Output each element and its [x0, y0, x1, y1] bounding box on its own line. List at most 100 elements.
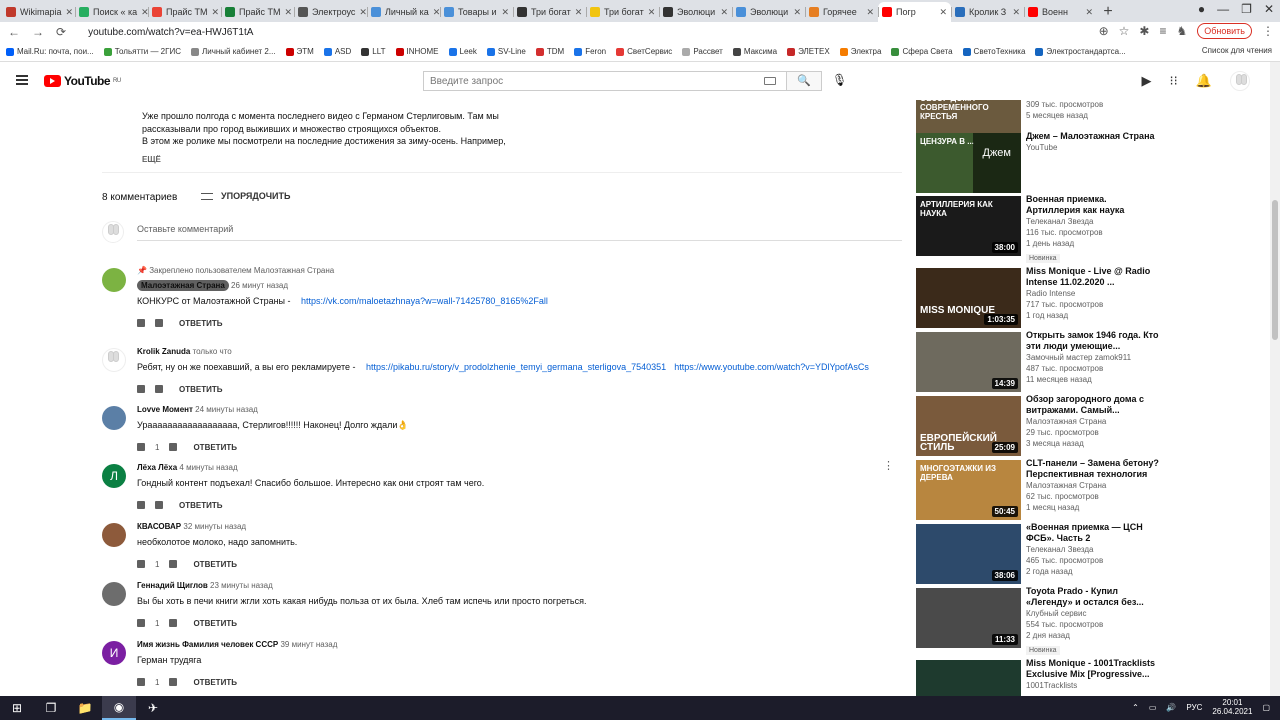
comment-time[interactable]: только что [193, 347, 232, 356]
comment-link[interactable]: https://www.youtube.com/watch?v=YDlYpofA… [674, 362, 869, 372]
browser-tab[interactable]: Электроус ✕ [294, 2, 367, 22]
new-tab-button[interactable]: + [1097, 2, 1119, 22]
video-title[interactable]: Обзор загородного дома с витражами. Самы… [1026, 394, 1161, 416]
dislike-icon[interactable] [155, 385, 163, 393]
restore-button[interactable]: ❐ [1241, 2, 1252, 16]
like-icon[interactable] [137, 560, 145, 568]
bookmark-link[interactable]: INHOME [395, 47, 439, 56]
tab-close-icon[interactable]: ✕ [285, 7, 293, 18]
comment-time[interactable]: 26 минут назад [231, 281, 288, 290]
search-button[interactable]: 🔍 [786, 71, 822, 91]
chrome-icon[interactable]: ◉ [102, 696, 136, 720]
related-video[interactable]: MISS MONIQUE 1:03:35 Miss Monique - Live @… [916, 266, 1270, 328]
browser-tab[interactable]: Товары и ✕ [440, 2, 513, 22]
comment-avatar[interactable] [102, 268, 126, 292]
bookmark-link[interactable]: СветСервис [616, 47, 672, 56]
related-video[interactable]: 11:33 Toyota Prado - Купил «Легенду» и ос… [916, 586, 1270, 655]
forward-button[interactable]: → [32, 25, 44, 39]
like-icon[interactable] [137, 385, 145, 393]
related-video[interactable]: АРТИЛЛЕРИЯ КАК НАУКА 38:00 Военная приемка… [916, 194, 1270, 263]
browser-tab[interactable]: Три богат ✕ [513, 2, 586, 22]
tab-close-icon[interactable]: ✕ [720, 7, 728, 18]
page-scrollbar[interactable] [1270, 62, 1280, 696]
clock[interactable]: 20:01 26.04.2021 [1212, 698, 1252, 716]
menu-kebab-icon[interactable]: ⋮ [1262, 24, 1274, 38]
comment-avatar[interactable] [102, 406, 126, 430]
browser-tab[interactable]: Горячее ✕ [805, 2, 878, 22]
dislike-icon[interactable] [169, 678, 178, 686]
video-title[interactable]: «Военная приемка — ЦСН ФСБ». Часть 2 [1026, 522, 1161, 544]
tab-close-icon[interactable]: ✕ [866, 7, 874, 18]
bookmark-link[interactable]: Leek [448, 47, 477, 56]
bookmark-link[interactable]: СветоТехника [962, 47, 1025, 56]
related-video[interactable]: МНОГОЭТАЖКИ ИЗ ДЕРЕВА 50:45 CLT-панели – З… [916, 458, 1270, 520]
bell-icon[interactable]: 🔔 [1196, 73, 1212, 89]
keyboard-icon[interactable] [764, 77, 776, 85]
tab-close-icon[interactable]: ✕ [359, 7, 367, 18]
tab-close-icon[interactable]: ✕ [1012, 7, 1020, 18]
browser-tab[interactable]: Военн ✕ [1024, 2, 1097, 22]
reply-button[interactable]: ОТВЕТИТЬ [193, 560, 237, 569]
like-icon[interactable] [137, 443, 145, 451]
tab-close-icon[interactable]: ✕ [501, 7, 509, 18]
video-thumbnail[interactable]: МНОГОЭТАЖКИ ИЗ ДЕРЕВА 50:45 [916, 460, 1021, 520]
url-field[interactable]: youtube.com/watch?v=ea-HWJ6T1tA [88, 27, 253, 38]
account-avatar[interactable] [1230, 71, 1250, 91]
reload-button[interactable]: ⟳ [56, 25, 66, 39]
browser-tab[interactable]: Прайс ТМ ✕ [221, 2, 294, 22]
dislike-icon[interactable] [169, 443, 178, 451]
browser-tab[interactable]: Прайс ТМ ✕ [148, 2, 221, 22]
apps-grid-icon[interactable]: ⁝⁝ [1170, 73, 1178, 89]
video-title[interactable]: Военная приемка. Артиллерия как наука [1026, 194, 1161, 216]
tab-close-icon[interactable]: ✕ [212, 7, 220, 18]
add-comment-input[interactable]: Оставьте комментарий [137, 224, 902, 241]
start-icon[interactable]: ⊞ [0, 696, 34, 720]
sort-button[interactable]: УПОРЯДОЧИТЬ [201, 191, 291, 201]
bookmark-link[interactable]: Рассвет [682, 47, 723, 56]
star-icon[interactable]: ☆ [1119, 24, 1130, 38]
dislike-icon[interactable] [155, 319, 163, 327]
bookmark-link[interactable]: Mail.Ru: почта, пои... [6, 47, 94, 56]
minimize-button[interactable]: — [1217, 2, 1229, 16]
comment-time[interactable]: 23 минуты назад [210, 581, 273, 590]
bookmark-link[interactable]: TDM [535, 47, 564, 56]
browser-tab[interactable]: Wikimapia ✕ [2, 2, 75, 22]
comment-author[interactable]: Krolik Zanuda [137, 347, 190, 356]
notifications-icon[interactable]: ▢ [1262, 703, 1270, 712]
bookmark-link[interactable]: Личный кабинет 2... [191, 47, 276, 56]
bookmark-link[interactable]: Максима [732, 47, 777, 56]
video-thumbnail[interactable] [916, 660, 1021, 696]
mic-icon[interactable]: 🎙 [832, 73, 847, 87]
video-thumbnail[interactable]: MISS MONIQUE 1:03:35 [916, 268, 1021, 328]
comment-author[interactable]: Малоэтажная Страна [137, 280, 229, 291]
comment-link[interactable]: https://vk.com/maloetazhnaya?w=wall-7142… [301, 296, 548, 306]
show-more-button[interactable]: ЕЩЁ [142, 155, 161, 164]
tab-close-icon[interactable]: ✕ [66, 7, 74, 18]
telegram-icon[interactable]: ✈ [136, 696, 170, 720]
reply-button[interactable]: ОТВЕТИТЬ [179, 319, 223, 328]
channel-name[interactable]: YouTube [1026, 142, 1161, 153]
scrollbar-thumb[interactable] [1272, 200, 1278, 340]
comment-author[interactable]: Лёха Лёха [137, 463, 177, 472]
comment-menu-icon[interactable]: ⋮ [883, 461, 894, 472]
like-icon[interactable] [137, 501, 145, 509]
bookmark-link[interactable]: ASD [323, 47, 351, 56]
comment-avatar[interactable] [102, 582, 126, 606]
reading-list-link[interactable]: Список для чтения [1202, 46, 1272, 55]
comment-author[interactable]: Имя жизнь Фамилия человек СССР [137, 640, 278, 649]
channel-name[interactable]: 1001Tracklists [1026, 680, 1161, 691]
bookmark-link[interactable]: Электростандартса... [1035, 47, 1126, 56]
channel-name[interactable]: Телеканал Звезда [1026, 544, 1161, 555]
comment-avatar[interactable]: И [102, 641, 126, 665]
comment-author[interactable]: КВАСОВАР [137, 522, 181, 531]
tab-close-icon[interactable]: ✕ [433, 7, 440, 18]
video-title[interactable]: CLT-панели – Замена бетону? Перспективна… [1026, 458, 1161, 480]
close-window-button[interactable]: ✕ [1264, 2, 1274, 16]
video-thumbnail[interactable]: 38:06 [916, 524, 1021, 584]
back-button[interactable]: ← [8, 25, 20, 39]
language-indicator[interactable]: РУС [1186, 703, 1202, 712]
comment-time[interactable]: 4 минуты назад [179, 463, 237, 472]
related-video[interactable]: Miss Monique - 1001Tracklists Exclusive … [916, 658, 1270, 696]
video-title[interactable]: Открыть замок 1946 года. Кто эти люди ум… [1026, 330, 1161, 352]
channel-name[interactable]: Radio Intense [1026, 288, 1161, 299]
